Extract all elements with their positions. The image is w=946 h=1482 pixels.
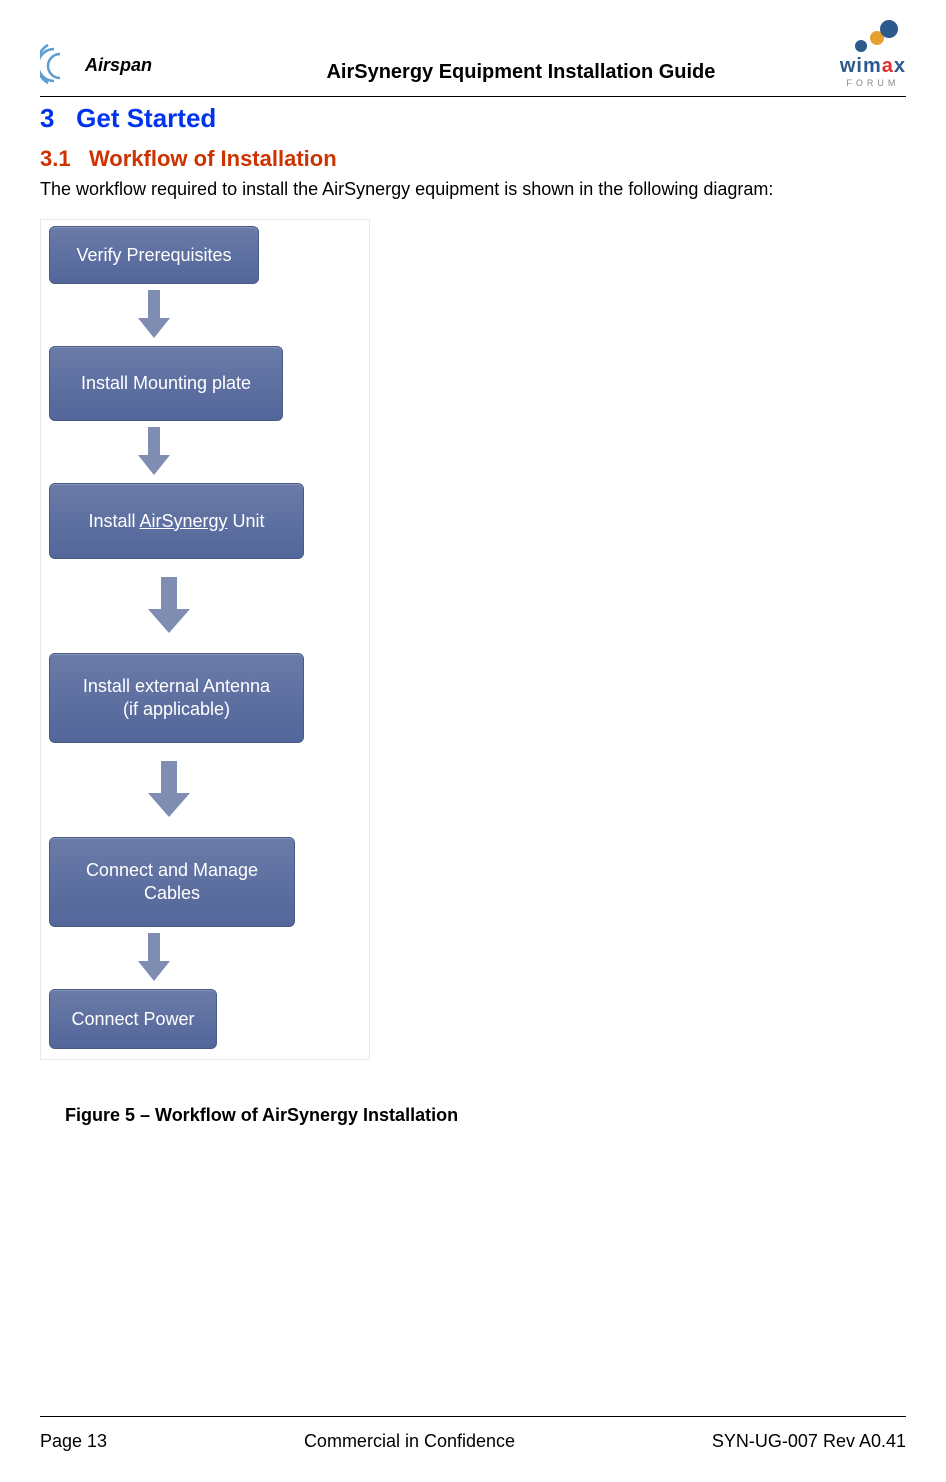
footer-page-number: Page 13 <box>40 1431 107 1452</box>
page-footer: Page 13 Commercial in Confidence SYN-UG-… <box>40 1416 906 1452</box>
flow-step-connect-manage-cables: Connect and Manage Cables <box>49 837 295 927</box>
flow-arrow <box>49 290 361 340</box>
footer-confidentiality: Commercial in Confidence <box>304 1431 515 1452</box>
airspan-logo: Airspan <box>40 43 152 88</box>
flow-step-connect-power: Connect Power <box>49 989 217 1049</box>
flow-step-label-line1: Connect and Manage <box>86 859 258 882</box>
flow-arrow <box>49 761 361 819</box>
document-title: AirSynergy Equipment Installation Guide <box>152 61 840 88</box>
flow-step-label: Verify Prerequisites <box>76 244 231 267</box>
flow-arrow <box>49 427 361 477</box>
subsection-title: Workflow of Installation <box>89 146 337 171</box>
wimax-forum-text: FORUM <box>846 78 899 88</box>
flow-arrow <box>49 933 361 983</box>
section-title: Get Started <box>76 103 216 133</box>
flow-step-install-airsynergy-unit: Install AirSynergy Unit <box>49 483 304 559</box>
wimax-logo-text: wimax <box>840 55 906 78</box>
flow-step-label-line2: (if applicable) <box>123 698 230 721</box>
heading-1: 3 Get Started <box>40 103 906 134</box>
flow-step-label-line2: Cables <box>144 882 200 905</box>
workflow-diagram: Verify Prerequisites Install Mounting pl… <box>40 219 370 1060</box>
flow-step-label: Connect Power <box>71 1008 194 1031</box>
figure-caption: Figure 5 – Workflow of AirSynergy Instal… <box>65 1105 906 1126</box>
flow-step-label: Install AirSynergy Unit <box>88 510 264 533</box>
flow-step-label-line1: Install external Antenna <box>83 675 270 698</box>
heading-2: 3.1 Workflow of Installation <box>40 146 906 172</box>
wimax-logo: wimax FORUM <box>840 20 906 88</box>
section-number: 3 <box>40 103 54 133</box>
wimax-dots-icon <box>843 20 903 55</box>
arrow-down-icon <box>134 290 174 340</box>
flow-step-install-mounting-plate: Install Mounting plate <box>49 346 283 421</box>
footer-doc-rev: SYN-UG-007 Rev A0.41 <box>712 1431 906 1452</box>
arrow-down-icon <box>134 427 174 477</box>
arrow-down-icon <box>144 761 194 819</box>
flow-step-install-external-antenna: Install external Antenna (if applicable) <box>49 653 304 743</box>
airspan-arc-icon <box>40 43 80 88</box>
intro-paragraph: The workflow required to install the Air… <box>40 178 906 201</box>
flow-step-verify-prerequisites: Verify Prerequisites <box>49 226 259 284</box>
flow-arrow <box>49 577 361 635</box>
arrow-down-icon <box>144 577 194 635</box>
airspan-logo-text: Airspan <box>85 55 152 76</box>
arrow-down-icon <box>134 933 174 983</box>
page-header: Airspan AirSynergy Equipment Installatio… <box>40 20 906 97</box>
flow-step-label: Install Mounting plate <box>81 372 251 395</box>
subsection-number: 3.1 <box>40 146 71 171</box>
